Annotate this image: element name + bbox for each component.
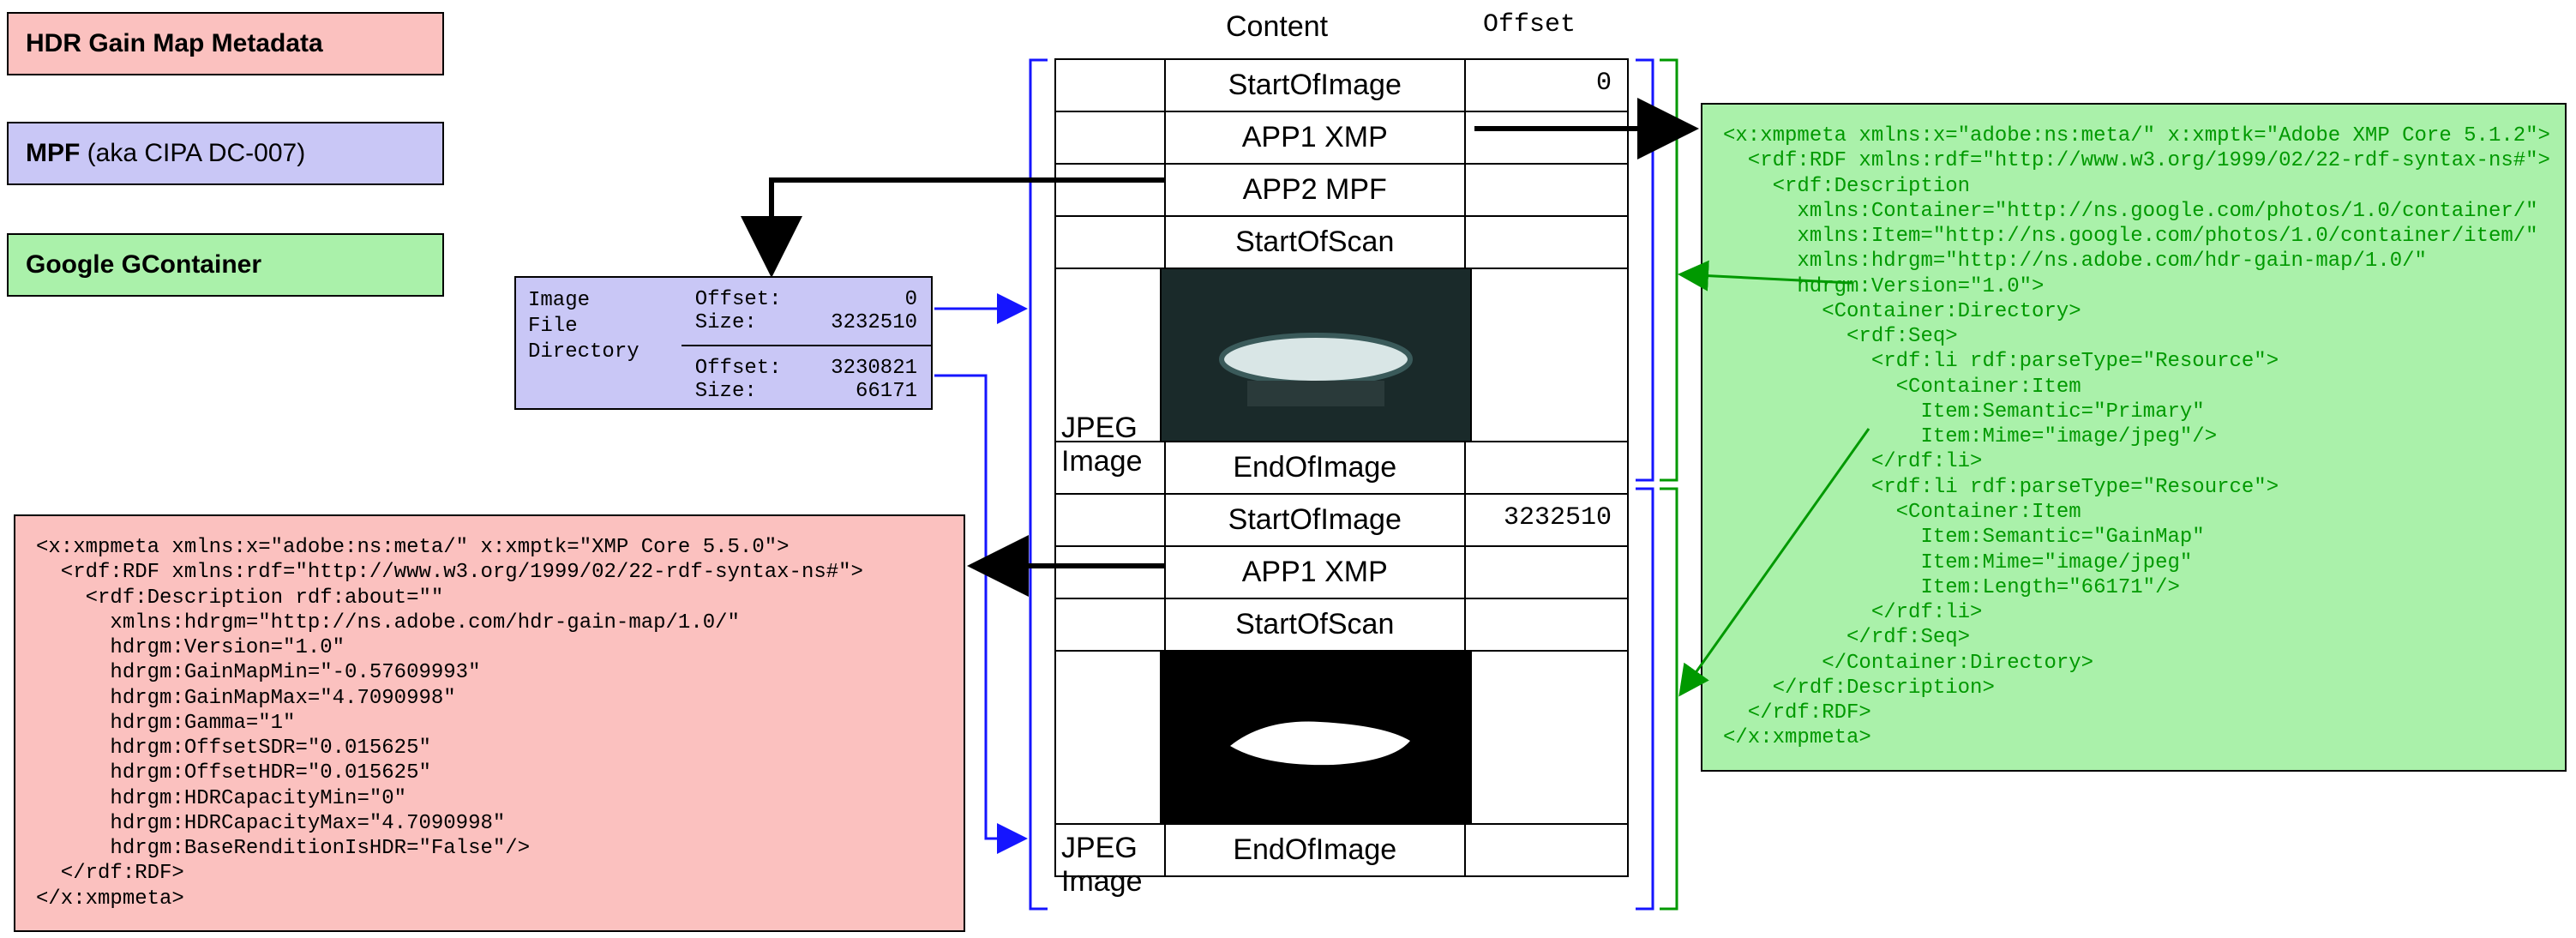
xmp-gcontainer-code: <x:xmpmeta xmlns:x="adobe:ns:meta/" x:xm… [1701, 103, 2567, 772]
gainmap-image-thumb [1162, 652, 1472, 823]
app1-xmp-0: APP1 XMP [1166, 112, 1466, 163]
ifd-box: Image File Directory Offset: 0 Size: 323… [514, 276, 933, 410]
column-header-content: Content [1226, 10, 1328, 44]
legend-hdr-gainmap: HDR Gain Map Metadata [7, 12, 444, 75]
column-header-offset: Offset [1483, 10, 1576, 39]
offset-1: 3232510 [1466, 495, 1629, 545]
xmp-hdrgm-code: <x:xmpmeta xmlns:x="adobe:ns:meta/" x:xm… [14, 514, 965, 932]
eoi-0: EndOfImage [1166, 442, 1466, 493]
primary-image-thumb [1162, 269, 1472, 441]
ifd-entry-0: Offset: 0 Size: 3232510 [682, 278, 931, 346]
jpeg-caption-1: JPEG Image [1061, 832, 1173, 899]
sos-1: StartOfScan [1166, 599, 1466, 650]
jpeg-caption-0: JPEG Image [1061, 412, 1173, 478]
diagram-root: { "legend": { "hdr": "HDR Gain Map Metad… [0, 0, 2576, 938]
ifd-entry-1: Offset: 3230821 Size: 66171 [682, 346, 931, 413]
legend-gcontainer: Google GContainer [7, 233, 444, 297]
offset-0: 0 [1466, 60, 1629, 111]
eoi-1: EndOfImage [1166, 825, 1466, 875]
app2-mpf: APP2 MPF [1166, 165, 1466, 215]
app1-xmp-1: APP1 XMP [1166, 547, 1466, 598]
sos-0: StartOfScan [1166, 217, 1466, 268]
ifd-title: Image File Directory [516, 278, 682, 408]
legend-mpf: MPF (aka CIPA DC-007) [7, 122, 444, 185]
soi-1: StartOfImage [1166, 495, 1466, 545]
soi-0: StartOfImage [1166, 60, 1466, 111]
